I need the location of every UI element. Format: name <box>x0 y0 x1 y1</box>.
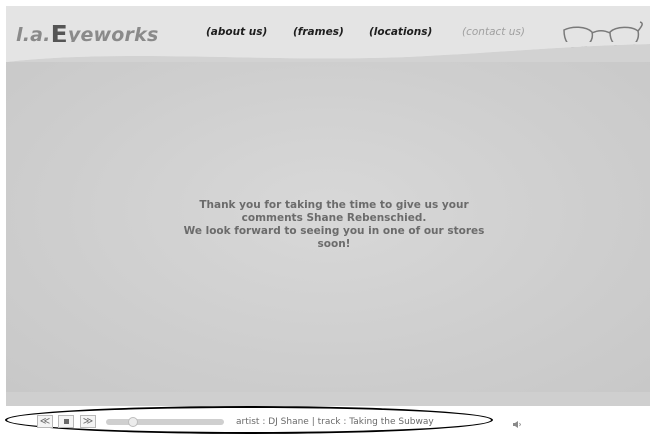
stop-button[interactable] <box>58 415 74 428</box>
thank-you-message: Thank you for taking the time to give us… <box>166 199 502 251</box>
track-progress-knob[interactable] <box>128 417 138 427</box>
message-line: comments Shane Rebenschied. <box>241 212 427 224</box>
next-track-icon: ≫ <box>82 416 94 427</box>
prev-track-button[interactable]: ≪ <box>37 415 53 428</box>
track-progress-bar[interactable] <box>106 419 224 425</box>
speaker-icon[interactable] <box>512 420 522 429</box>
nav-about-us[interactable]: (about us) <box>206 26 267 38</box>
nav-contact-us[interactable]: (contact us) <box>462 26 525 38</box>
next-track-button[interactable]: ≫ <box>80 415 96 428</box>
stop-icon <box>63 419 69 424</box>
site-frame: l.a.Eyeworks (about us) (frames) (locati… <box>6 6 650 406</box>
nav-locations[interactable]: (locations) <box>369 26 432 38</box>
nav-frames[interactable]: (frames) <box>293 26 344 38</box>
message-line: soon! <box>317 238 351 250</box>
prev-track-icon: ≪ <box>39 416 51 427</box>
message-line: We look forward to seeing you in one of … <box>183 225 485 237</box>
message-line: Thank you for taking the time to give us… <box>199 199 469 211</box>
track-info: artist : DJ Shane | track : Taking the S… <box>236 417 434 427</box>
